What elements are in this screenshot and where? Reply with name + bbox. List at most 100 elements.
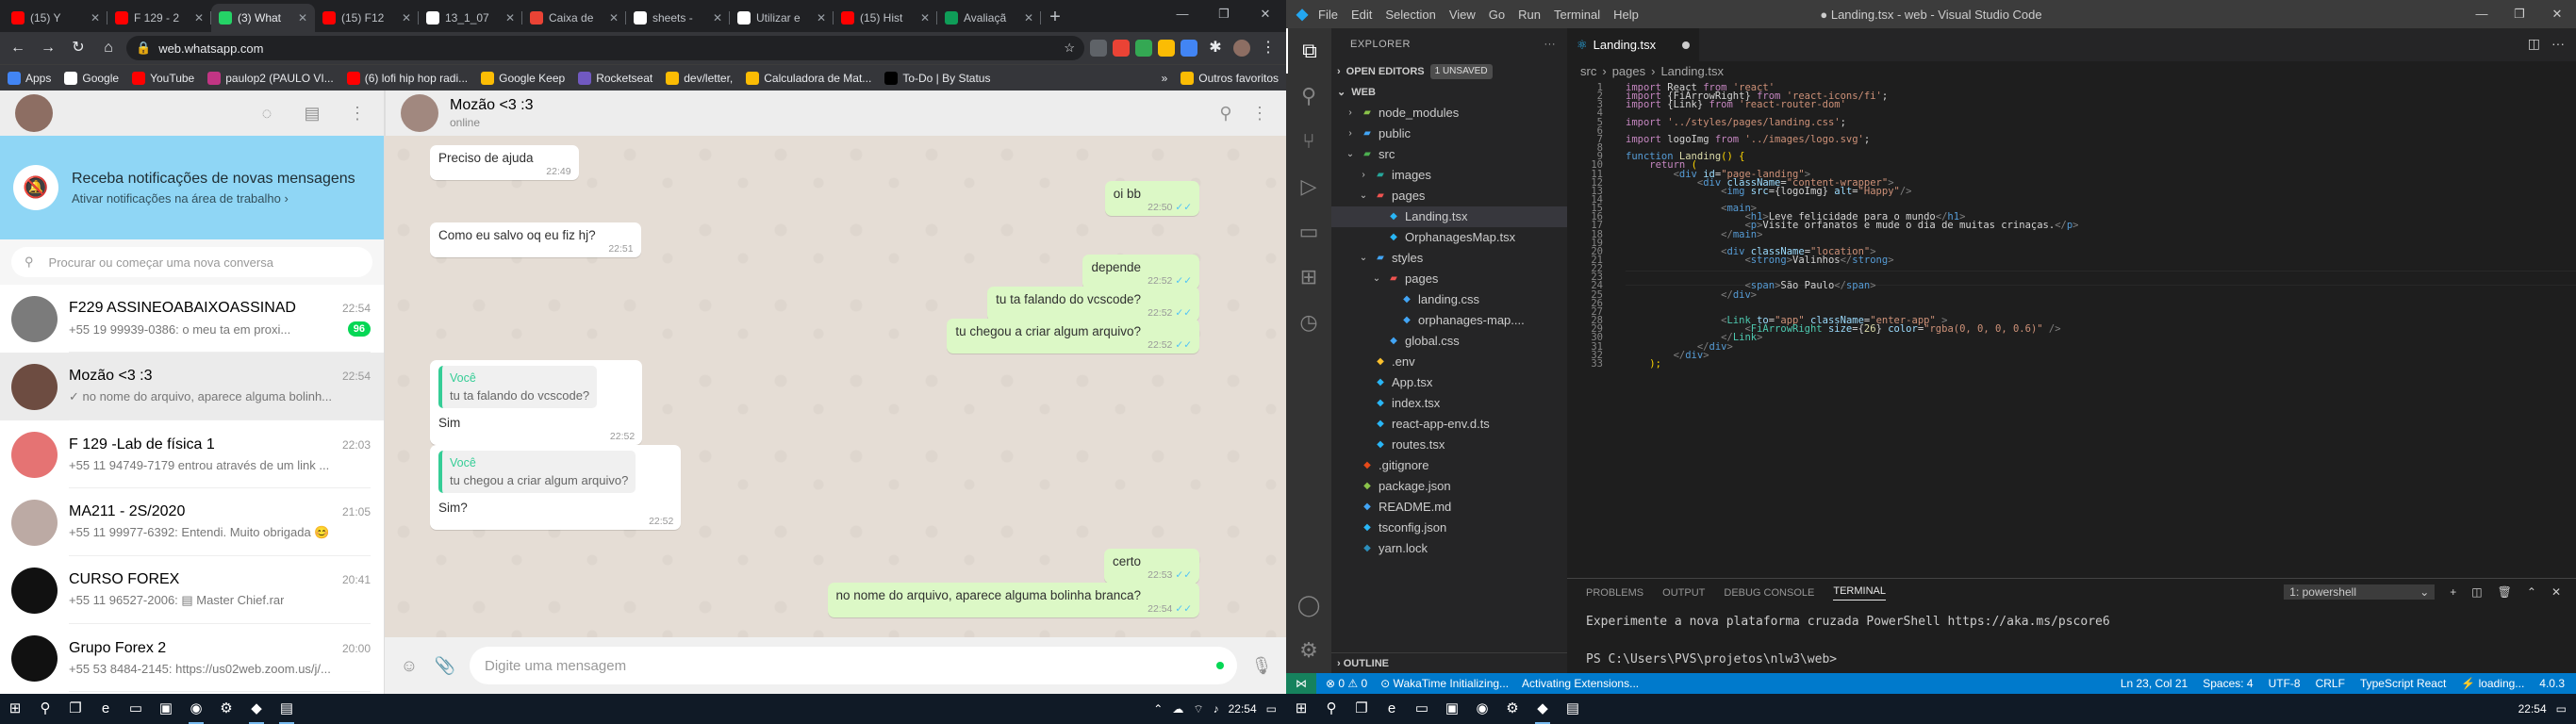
menu-item[interactable]: Go <box>1489 8 1505 22</box>
browser-tab[interactable]: F 129 - 2 ✕ <box>107 4 211 32</box>
forward-icon[interactable]: → <box>36 36 60 60</box>
vscode-taskbar-icon[interactable]: ◆ <box>241 694 272 724</box>
tree-item[interactable]: ⌄ ▰ src <box>1331 144 1567 165</box>
close-tab-icon[interactable]: ✕ <box>609 11 619 25</box>
add-terminal-icon[interactable]: + <box>2450 585 2456 599</box>
windows-start-icon[interactable]: ⊞ <box>1286 694 1316 724</box>
minimize-button[interactable]: — <box>2463 0 2501 28</box>
task-view-icon[interactable]: ❐ <box>60 694 91 724</box>
tree-item[interactable]: ◆ index.tsx <box>1331 393 1567 414</box>
notifications-icon[interactable]: ▭ <box>1266 702 1277 716</box>
status-item[interactable]: 4.0.3 <box>2539 677 2565 690</box>
outline-section[interactable]: › OUTLINE <box>1331 652 1567 673</box>
close-window-button[interactable]: ✕ <box>1245 0 1286 28</box>
notifications-icon[interactable]: ▭ <box>2556 702 2567 716</box>
tree-item[interactable]: ◆ Landing.tsx <box>1331 206 1567 227</box>
store-icon[interactable]: ▣ <box>151 694 181 724</box>
chat-list-item[interactable]: Grupo Forex 2 20:00 +55 53 8484-2145: http… <box>0 624 384 692</box>
message-bubble[interactable]: depende 22:52 ✓✓ <box>1082 255 1199 289</box>
close-tab-icon[interactable]: ✕ <box>920 11 930 25</box>
search-icon[interactable]: ⚲ <box>1286 74 1331 119</box>
breadcrumb-item[interactable]: pages <box>1612 61 1645 82</box>
clock[interactable]: 22:54 <box>1229 702 1257 716</box>
bookmark-item[interactable]: Google <box>64 71 119 85</box>
close-window-button[interactable]: ✕ <box>2538 0 2576 28</box>
search-icon[interactable]: ⚲ <box>1214 104 1237 123</box>
file-explorer-icon[interactable]: ▭ <box>1407 694 1437 724</box>
browser-tab[interactable]: Avaliaçã ✕ <box>937 4 1041 32</box>
chat-list-item[interactable]: Mozão <3 :3 22:54 ✓ no nome do arquivo, ap… <box>0 353 384 420</box>
message-bubble[interactable]: Como eu salvo oq eu fiz hj? 22:51 <box>430 222 641 257</box>
minimize-button[interactable]: — <box>1162 0 1203 28</box>
chat-list-item[interactable]: CURSO FOREX 20:41 +55 11 96527-2006: ▤ Mas… <box>0 556 384 624</box>
menu-item[interactable]: Selection <box>1385 8 1435 22</box>
source-control-icon[interactable]: ⑂ <box>1286 119 1331 164</box>
tree-item[interactable]: ◆ orphanages-map.... <box>1331 310 1567 331</box>
status-item[interactable]: ⊙ WakaTime Initializing... <box>1380 677 1509 690</box>
settings-icon[interactable]: ⚙ <box>211 694 241 724</box>
tree-item[interactable]: ◆ landing.css <box>1331 289 1567 310</box>
split-editor-icon[interactable]: ◫ <box>2528 36 2540 52</box>
status-item[interactable]: Activating Extensions... <box>1522 677 1639 690</box>
message-bubble[interactable]: no nome do arquivo, aparece alguma bolin… <box>827 583 1199 617</box>
search-icon[interactable]: ⚲ <box>1316 694 1346 724</box>
tree-item[interactable]: ◆ package.json <box>1331 476 1567 497</box>
project-section[interactable]: ⌄ WEB <box>1331 82 1567 103</box>
status-item[interactable]: Ln 23, Col 21 <box>2121 677 2188 690</box>
search-input[interactable]: ⚲ Procurar ou começar uma nova conversa <box>11 247 372 277</box>
tree-item[interactable]: ⌄ ▰ pages <box>1331 269 1567 289</box>
split-terminal-icon[interactable]: ◫ <box>2471 585 2482 599</box>
panel-tab[interactable]: OUTPUT <box>1662 587 1705 599</box>
tray-chevron-icon[interactable]: ⌃ <box>1153 702 1163 716</box>
run-debug-icon[interactable]: ▷ <box>1286 164 1331 209</box>
bookmark-item[interactable]: To-Do | By Status <box>884 71 990 85</box>
account-icon[interactable]: ◯ <box>1286 583 1331 628</box>
browser-tab[interactable]: (15) Hist ✕ <box>834 4 937 32</box>
tree-item[interactable]: ◆ .env <box>1331 352 1567 372</box>
message-bubble[interactable]: Você tu chegou a criar algum arquivo? Sim?… <box>430 445 682 530</box>
wifi-icon[interactable]: ⌔ <box>1193 702 1203 716</box>
close-tab-icon[interactable]: ✕ <box>817 11 826 25</box>
menu-item[interactable]: View <box>1449 8 1476 22</box>
chat-list-item[interactable]: F 129 -Lab de física 1 22:03 +55 11 94749-… <box>0 420 384 488</box>
extension-icon[interactable] <box>1181 40 1197 57</box>
panel-tab[interactable]: TERMINAL <box>1833 585 1886 601</box>
new-chat-icon[interactable]: ▤ <box>301 104 323 123</box>
bookmark-item[interactable]: Rocketseat <box>578 71 652 85</box>
store-icon[interactable]: ▣ <box>1437 694 1467 724</box>
status-item[interactable]: TypeScript React <box>2360 677 2446 690</box>
remote-explorer-icon[interactable]: ▭ <box>1286 209 1331 255</box>
puzzle-icon[interactable]: ✱ <box>1203 36 1228 60</box>
message-bubble[interactable]: tu chegou a criar algum arquivo? 22:52 ✓✓ <box>947 319 1199 354</box>
close-tab-icon[interactable]: ✕ <box>713 11 722 25</box>
browser-tab[interactable]: (15) F12 ✕ <box>315 4 419 32</box>
bookmark-item[interactable]: (6) lofi hip hop radi... <box>346 71 468 85</box>
new-tab-button[interactable]: + <box>1041 4 1069 32</box>
menu-item[interactable]: File <box>1318 8 1338 22</box>
settings-gear-icon[interactable]: ⚙ <box>1286 628 1331 673</box>
menu-icon[interactable]: ⋮ <box>1248 104 1271 123</box>
tree-item[interactable]: ⌄ ▰ pages <box>1331 186 1567 206</box>
chrome-icon[interactable]: ◉ <box>1467 694 1497 724</box>
edge-icon[interactable]: e <box>91 694 121 724</box>
quoted-message[interactable]: Você tu ta falando do vcscode? <box>438 366 598 408</box>
tree-item[interactable]: ◆ yarn.lock <box>1331 538 1567 559</box>
message-bubble[interactable]: tu ta falando do vcscode? 22:52 ✓✓ <box>987 287 1199 321</box>
address-bar[interactable]: 🔒 web.whatsapp.com ☆ <box>126 36 1084 60</box>
app-taskbar-icon[interactable]: ▤ <box>1558 694 1588 724</box>
tree-item[interactable]: ◆ OrphanagesMap.tsx <box>1331 227 1567 248</box>
close-tab-icon[interactable]: ✕ <box>298 11 307 25</box>
unsaved-dot-icon[interactable] <box>1682 41 1690 49</box>
menu-kebab-icon[interactable]: ⋮ <box>1256 36 1280 60</box>
close-tab-icon[interactable]: ✕ <box>1024 11 1033 25</box>
bookmark-item[interactable]: Calculadora de Mat... <box>746 71 871 85</box>
browser-tab[interactable]: (15) Y ✕ <box>4 4 107 32</box>
extension-icon[interactable] <box>1090 40 1107 57</box>
conversation-header[interactable]: Mozão <3 :3 online ⚲ ⋮ <box>385 90 1286 136</box>
quoted-message[interactable]: Você tu chegou a criar algum arquivo? <box>438 451 636 493</box>
tree-item[interactable]: › ▰ public <box>1331 123 1567 144</box>
bookmarks-overflow-icon[interactable]: » <box>1162 72 1168 85</box>
tree-item[interactable]: ⌄ ▰ styles <box>1331 248 1567 269</box>
more-actions-icon[interactable]: ··· <box>1544 28 1557 61</box>
back-icon[interactable]: ← <box>6 36 30 60</box>
